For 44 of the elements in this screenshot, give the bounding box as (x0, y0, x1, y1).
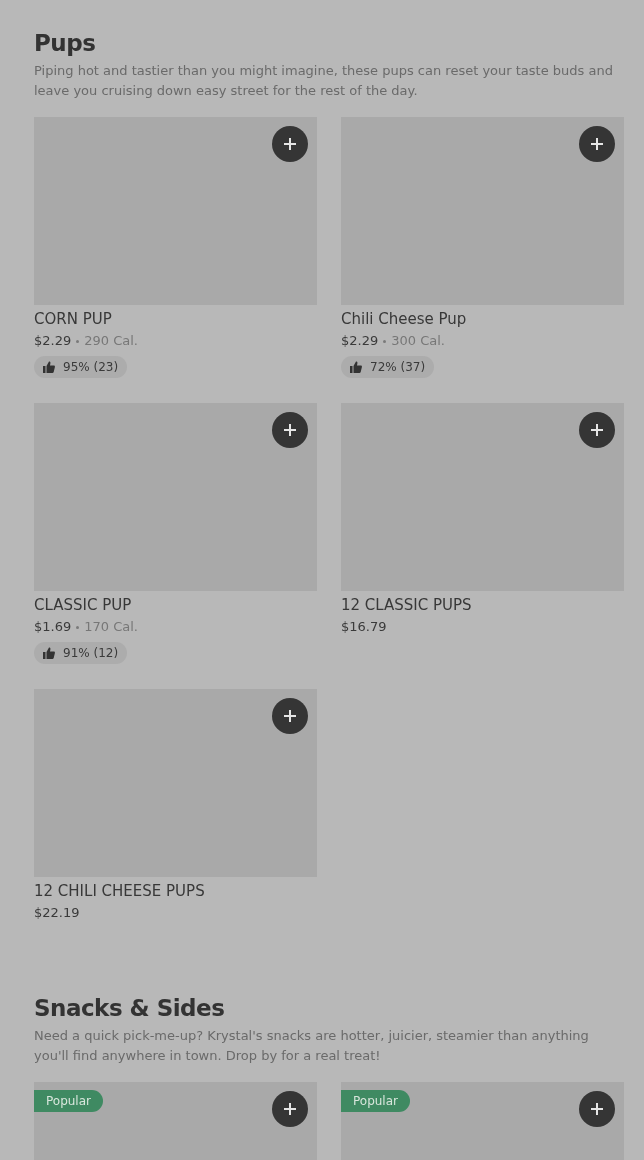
plus-icon (590, 1102, 604, 1116)
rating-text: 91% (12) (63, 645, 119, 661)
thumbs-up-icon (43, 647, 55, 659)
add-button[interactable] (579, 126, 615, 162)
add-button[interactable] (272, 1091, 308, 1127)
rating-text: 72% (37) (370, 359, 426, 375)
item-price: $2.29 (34, 332, 72, 350)
item-calories: 300 Cal. (391, 332, 445, 350)
plus-icon (590, 423, 604, 437)
plus-icon (590, 137, 604, 151)
item-price: $16.79 (341, 618, 387, 636)
add-button[interactable] (272, 412, 308, 448)
plus-icon (283, 423, 297, 437)
separator-dot (76, 625, 80, 629)
item-calories: 290 Cal. (84, 332, 138, 350)
section-description: Need a quick pick-me-up? Krystal's snacks are hotter, juicier, steamier than anything you'll find anywhere in town. Drop by for a real treat! (34, 1027, 590, 1065)
section-description: Piping hot and tastier than you might imagine, these pups can reset your taste buds and leave you cruising down easy street for the rest of the day. (34, 62, 614, 100)
plus-icon (283, 709, 297, 723)
add-button[interactable] (272, 126, 308, 162)
item-name: Chili Cheese Pup (341, 309, 468, 329)
item-name: 12 CLASSIC PUPS (341, 595, 473, 615)
popular-badge: Popular (341, 1090, 410, 1112)
item-calories: 170 Cal. (84, 618, 138, 636)
item-price: $2.29 (341, 332, 379, 350)
section-title: Pups (34, 29, 97, 58)
image-placeholder[interactable]: Popular (34, 1082, 317, 1160)
item-price: $1.69 (34, 618, 72, 636)
image-placeholder[interactable]: Popular (341, 1082, 624, 1160)
separator-dot (383, 339, 387, 343)
add-button[interactable] (579, 412, 615, 448)
popular-badge: Popular (34, 1090, 103, 1112)
item-name: 12 CHILI CHEESE PUPS (34, 881, 206, 901)
item-name: CLASSIC PUP (34, 595, 133, 615)
item-price: $22.19 (34, 904, 80, 922)
plus-icon (283, 137, 297, 151)
thumbs-up-icon (43, 361, 55, 373)
add-button[interactable] (579, 1091, 615, 1127)
plus-icon (283, 1102, 297, 1116)
separator-dot (76, 339, 80, 343)
section-title: Snacks & Sides (34, 994, 226, 1023)
item-name: CORN PUP (34, 309, 113, 329)
add-button[interactable] (272, 698, 308, 734)
rating-text: 95% (23) (63, 359, 119, 375)
thumbs-up-icon (350, 361, 362, 373)
